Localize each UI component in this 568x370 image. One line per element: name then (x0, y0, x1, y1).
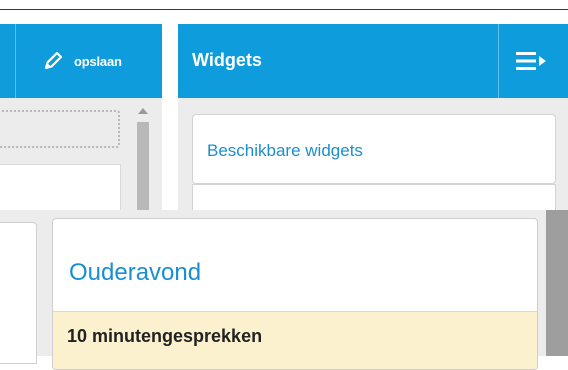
toolbar-separator (15, 24, 16, 98)
editor-toolbar: opslaan (0, 24, 162, 98)
top-divider (0, 9, 568, 10)
widgets-title: Widgets (192, 50, 262, 70)
menu-button[interactable] (514, 50, 548, 72)
event-title: Ouderavond (69, 259, 202, 286)
save-button[interactable]: opslaan (42, 48, 122, 74)
drop-zone[interactable] (0, 110, 120, 148)
scroll-up-icon[interactable] (138, 108, 148, 114)
widgets-header: Widgets (178, 24, 568, 98)
right-panel-edge (546, 210, 568, 356)
scrollbar[interactable] (136, 104, 150, 212)
side-card[interactable] (0, 222, 37, 364)
event-card[interactable]: Ouderavond 10 minutengesprekken (52, 218, 538, 370)
available-widgets-label: Beschikbare widgets (207, 141, 363, 160)
save-button-label: opslaan (74, 53, 122, 69)
widgets-list: Beschikbare widgets (178, 98, 568, 225)
header-separator (498, 24, 499, 98)
pencil-icon (44, 51, 63, 70)
event-item-label: 10 minutengesprekken (67, 326, 263, 346)
scroll-thumb[interactable] (137, 122, 149, 212)
available-widgets-item[interactable]: Beschikbare widgets (192, 114, 556, 184)
event-item[interactable]: 10 minutengesprekken (53, 312, 537, 369)
hamburger-arrow-icon (516, 52, 546, 70)
content-area: Ouderavond 10 minutengesprekken (0, 210, 568, 370)
